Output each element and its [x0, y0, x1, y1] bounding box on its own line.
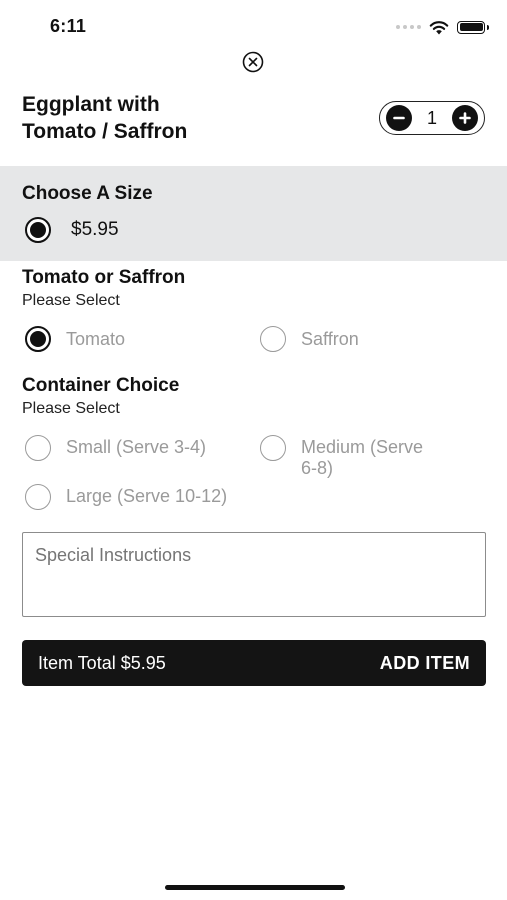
- item-title-line1: Eggplant with: [22, 93, 160, 116]
- decrease-quantity-button[interactable]: [386, 105, 412, 131]
- close-button[interactable]: [242, 51, 264, 73]
- container-medium-label: Medium (Serve 6-8): [301, 437, 423, 479]
- tomato-radio[interactable]: [25, 326, 51, 352]
- increase-quantity-button[interactable]: [451, 105, 478, 131]
- wifi-icon: [429, 20, 449, 34]
- home-indicator[interactable]: [165, 885, 345, 890]
- item-title: Eggplant with Tomato / Saffron: [22, 91, 282, 145]
- container-small-radio[interactable]: [25, 435, 51, 461]
- container-large-label: Large (Serve 10-12): [66, 486, 228, 506]
- container-small-label: Small (Serve 3-4): [66, 437, 207, 457]
- container-medium-label-line1: Medium (Serve: [301, 437, 424, 457]
- saffron-option-label: Saffron: [301, 329, 359, 349]
- saffron-radio[interactable]: [260, 326, 286, 352]
- plus-icon: [459, 112, 471, 124]
- battery-icon: [457, 20, 489, 34]
- container-choice-subtitle: Please Select: [22, 400, 120, 417]
- status-indicators: [396, 16, 489, 38]
- special-instructions-input[interactable]: [22, 532, 486, 617]
- quantity-stepper: 1: [379, 101, 485, 135]
- status-time: 6:11: [50, 16, 87, 36]
- tomato-saffron-subtitle: Please Select: [22, 292, 120, 309]
- size-option-price: $5.95: [71, 219, 119, 240]
- size-section-title: Choose A Size: [22, 183, 153, 204]
- size-option-radio[interactable]: [25, 217, 51, 243]
- container-medium-radio[interactable]: [260, 435, 286, 461]
- tomato-saffron-title: Tomato or Saffron: [22, 267, 186, 288]
- quantity-value: 1: [426, 107, 437, 128]
- container-choice-title: Container Choice: [22, 375, 180, 396]
- minus-icon: [393, 116, 405, 120]
- add-item-label: ADD ITEM: [379, 652, 470, 673]
- close-icon: [242, 51, 264, 73]
- item-title-line2: Tomato / Saffron: [22, 120, 188, 143]
- cellular-signal-icon: [396, 25, 421, 29]
- add-item-button[interactable]: Item Total $5.95 ADD ITEM: [22, 640, 486, 686]
- tomato-option-label: Tomato: [66, 329, 126, 349]
- container-large-radio[interactable]: [25, 484, 51, 510]
- container-medium-label-line2: 6-8): [301, 458, 334, 478]
- item-total: Item Total $5.95: [38, 652, 166, 673]
- size-section: [0, 166, 507, 261]
